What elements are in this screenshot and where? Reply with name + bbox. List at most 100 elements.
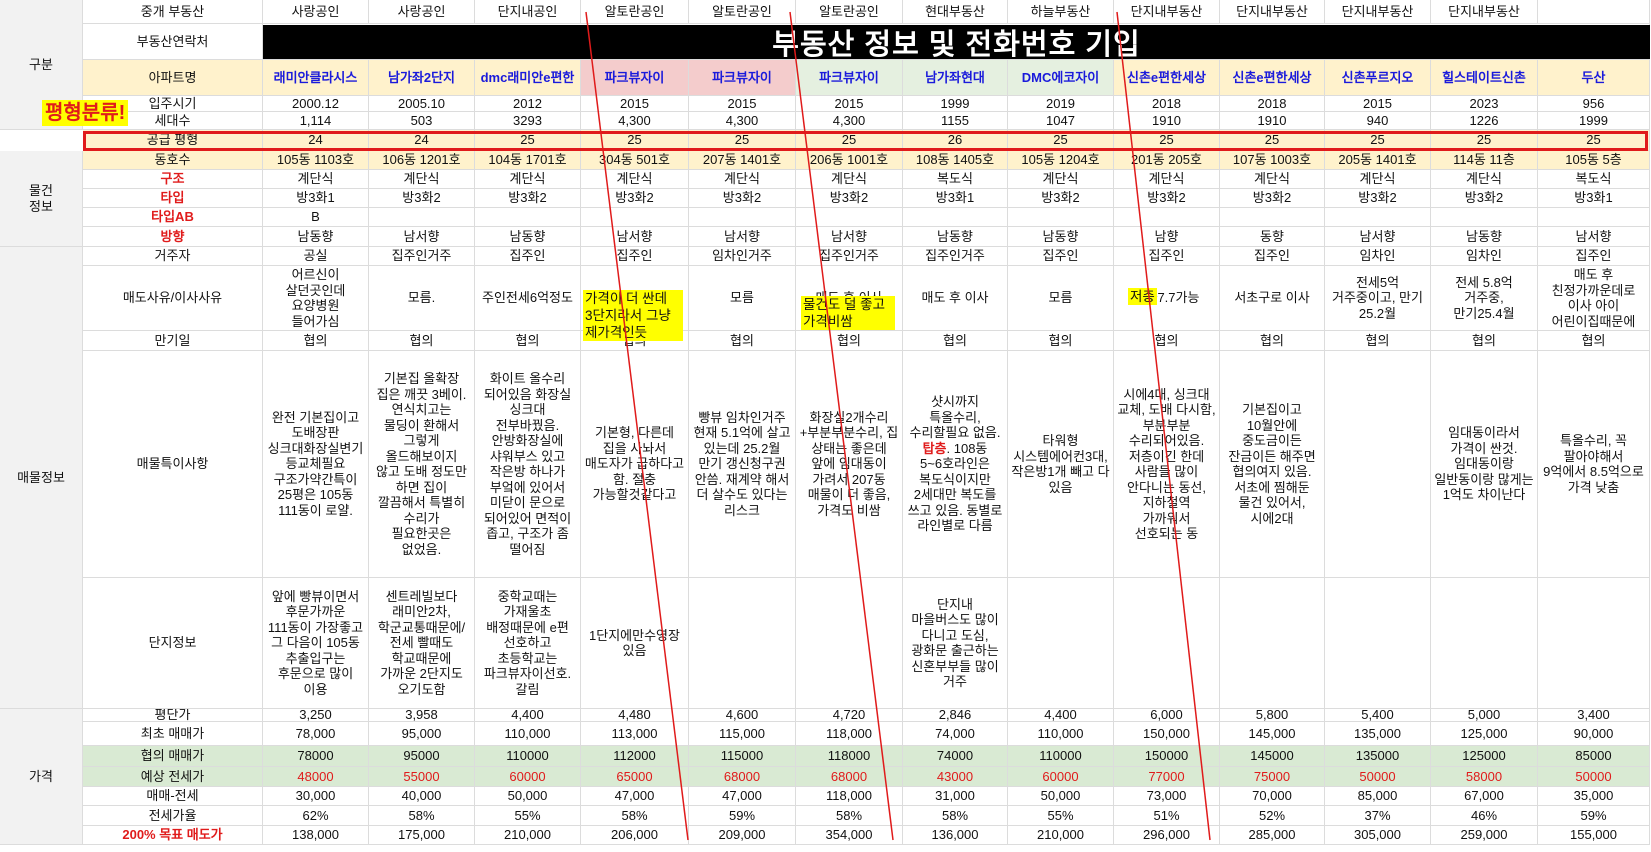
cell-resident: 임차인거주 bbox=[689, 247, 796, 266]
cell-jeonse_ratio: 55% bbox=[475, 806, 581, 826]
cell-resident: 집주인 bbox=[475, 247, 581, 266]
cell-price_per_pyeong: 5,000 bbox=[1431, 709, 1538, 722]
cell-reason: 어르신이 살던곳인데 요양병원 들어가심 bbox=[263, 266, 369, 331]
cell-type_ab bbox=[796, 208, 903, 227]
area-callout: 평형분류! bbox=[42, 100, 129, 126]
cell-dong_ho: 105동 5층 bbox=[1538, 151, 1650, 170]
cell-price_per_pyeong: 2,846 bbox=[903, 709, 1008, 722]
cell-expected_jeonse: 60000 bbox=[475, 767, 581, 787]
cell-price_per_pyeong: 3,400 bbox=[1538, 709, 1650, 722]
cell-direction: 남서향 bbox=[1538, 227, 1650, 247]
cell-structure: 계단식 bbox=[581, 170, 689, 189]
cell-type_ab bbox=[1008, 208, 1114, 227]
cell-resident: 임차인 bbox=[1431, 247, 1538, 266]
row-label-direction: 방향 bbox=[83, 227, 263, 247]
cell-jeonse_ratio: 58% bbox=[581, 806, 689, 826]
row-label-expiry: 만기일 bbox=[83, 331, 263, 351]
cell-gap: 118,000 bbox=[796, 787, 903, 806]
row-label-first_price: 최초 매매가 bbox=[83, 722, 263, 746]
cell-complex bbox=[1431, 578, 1538, 709]
cell-move_in: 2012 bbox=[475, 96, 581, 112]
cell-target: 285,000 bbox=[1220, 826, 1325, 845]
cell-apt: 두산 bbox=[1538, 60, 1650, 96]
cell-complex bbox=[1008, 578, 1114, 709]
cell-resident: 집주인 bbox=[581, 247, 689, 266]
cell-target: 210,000 bbox=[475, 826, 581, 845]
cell-expiry: 협의 bbox=[1431, 331, 1538, 351]
cell-structure: 계단식 bbox=[689, 170, 796, 189]
cell-price_per_pyeong: 3,250 bbox=[263, 709, 369, 722]
cell-notes: 기본형, 다른데 집을 사놔서 매도자가 급하다고 함. 절충 가능할것같다고 bbox=[581, 351, 689, 578]
cell-target: 305,000 bbox=[1325, 826, 1431, 845]
cell-structure: 계단식 bbox=[475, 170, 581, 189]
cell-first_price: 125,000 bbox=[1431, 722, 1538, 746]
cell-realtor: 단지내공인 bbox=[475, 0, 581, 24]
row-label-target: 200% 목표 매도가 bbox=[83, 826, 263, 845]
cell-type: 방3화1 bbox=[1538, 189, 1650, 208]
cell-resident: 집주인거주 bbox=[796, 247, 903, 266]
cell-dong_ho: 201동 205호 bbox=[1114, 151, 1220, 170]
cell-notes: 빵뷰 임차인거주 현재 5.1억에 살고 있는데 25.2월 만기 갱신청구권 … bbox=[689, 351, 796, 578]
cell-target: 209,000 bbox=[689, 826, 796, 845]
cell-nego_price: 78000 bbox=[263, 746, 369, 767]
cell-resident: 집주인 bbox=[1008, 247, 1114, 266]
notes-red: 탑층 bbox=[922, 440, 947, 456]
cell-structure: 계단식 bbox=[369, 170, 475, 189]
cell-expiry: 협의 bbox=[1325, 331, 1431, 351]
cell-notes: 시에4대, 싱크대 교체, 도배 다시함, 부분부분 수리되어있음. 저층이긴 … bbox=[1114, 351, 1220, 578]
cell-reason: 전세5억 거주중이고, 만기 25.2월 bbox=[1325, 266, 1431, 331]
cell-price_per_pyeong: 6,000 bbox=[1114, 709, 1220, 722]
cell-structure: 계단식 bbox=[1325, 170, 1431, 189]
cell-dong_ho: 205동 1401호 bbox=[1325, 151, 1431, 170]
cell-direction: 남동향 bbox=[1008, 227, 1114, 247]
cell-jeonse_ratio: 51% bbox=[1114, 806, 1220, 826]
cell-direction: 남동향 bbox=[475, 227, 581, 247]
section-property: 물건 정보 bbox=[0, 151, 83, 247]
cell-jeonse_ratio: 46% bbox=[1431, 806, 1538, 826]
cell-price_per_pyeong: 4,480 bbox=[581, 709, 689, 722]
cell-first_price: 118,000 bbox=[796, 722, 903, 746]
cell-type: 방3화2 bbox=[475, 189, 581, 208]
cell-expiry: 협의 bbox=[475, 331, 581, 351]
row-label-reason: 매도사유/이사사유 bbox=[83, 266, 263, 331]
cell-reason: 매도 후 이사 bbox=[903, 266, 1008, 331]
cell-notes: 임대동이라서 가격이 싼것. 임대동이랑 일반동이랑 많게는 1억도 차이난다 bbox=[1431, 351, 1538, 578]
row-label-type_ab: 타입AB bbox=[83, 208, 263, 227]
cell-households: 1226 bbox=[1431, 112, 1538, 130]
cell-reason: 모름 bbox=[689, 266, 796, 331]
cell-price_per_pyeong: 5,800 bbox=[1220, 709, 1325, 722]
cell-households: 503 bbox=[369, 112, 475, 130]
cell-structure: 계단식 bbox=[1008, 170, 1114, 189]
cell-gap: 85,000 bbox=[1325, 787, 1431, 806]
cell-expected_jeonse: 58000 bbox=[1431, 767, 1538, 787]
cell-expiry: 협의 bbox=[1220, 331, 1325, 351]
cell-realtor: 단지내부동산 bbox=[1325, 0, 1431, 24]
cell-target: 155,000 bbox=[1538, 826, 1650, 845]
cell-target: 136,000 bbox=[903, 826, 1008, 845]
cell-gap: 40,000 bbox=[369, 787, 475, 806]
cell-households: 4,300 bbox=[796, 112, 903, 130]
cell-target: 296,000 bbox=[1114, 826, 1220, 845]
cell-dong_ho: 114동 11층 bbox=[1431, 151, 1538, 170]
cell-type_ab bbox=[475, 208, 581, 227]
cell-type_ab: B bbox=[263, 208, 369, 227]
cell-move_in: 2015 bbox=[581, 96, 689, 112]
cell-expected_jeonse: 68000 bbox=[796, 767, 903, 787]
cell-expiry: 협의 bbox=[263, 331, 369, 351]
cell-dong_ho: 206동 1001호 bbox=[796, 151, 903, 170]
cell-type: 방3화2 bbox=[1431, 189, 1538, 208]
cell-type_ab bbox=[1114, 208, 1220, 227]
cell-expected_jeonse: 50000 bbox=[1538, 767, 1650, 787]
cell-realtor: 단지내부동산 bbox=[1220, 0, 1325, 24]
cell-gap: 50,000 bbox=[475, 787, 581, 806]
cell-target: 206,000 bbox=[581, 826, 689, 845]
section-label: 가격 bbox=[29, 768, 53, 784]
cell-type: 방3화2 bbox=[1325, 189, 1431, 208]
cell-move_in: 2015 bbox=[1325, 96, 1431, 112]
cell-notes: 기본집 올확장 집은 깨끗 3베이. 연식치고는 물딩이 환해서 그렇게 올드해… bbox=[369, 351, 475, 578]
cell-move_in: 2023 bbox=[1431, 96, 1538, 112]
cell-jeonse_ratio: 52% bbox=[1220, 806, 1325, 826]
cell-direction: 남서향 bbox=[796, 227, 903, 247]
cell-dong_ho: 104동 1701호 bbox=[475, 151, 581, 170]
section-listing: 매물정보 bbox=[0, 247, 83, 709]
